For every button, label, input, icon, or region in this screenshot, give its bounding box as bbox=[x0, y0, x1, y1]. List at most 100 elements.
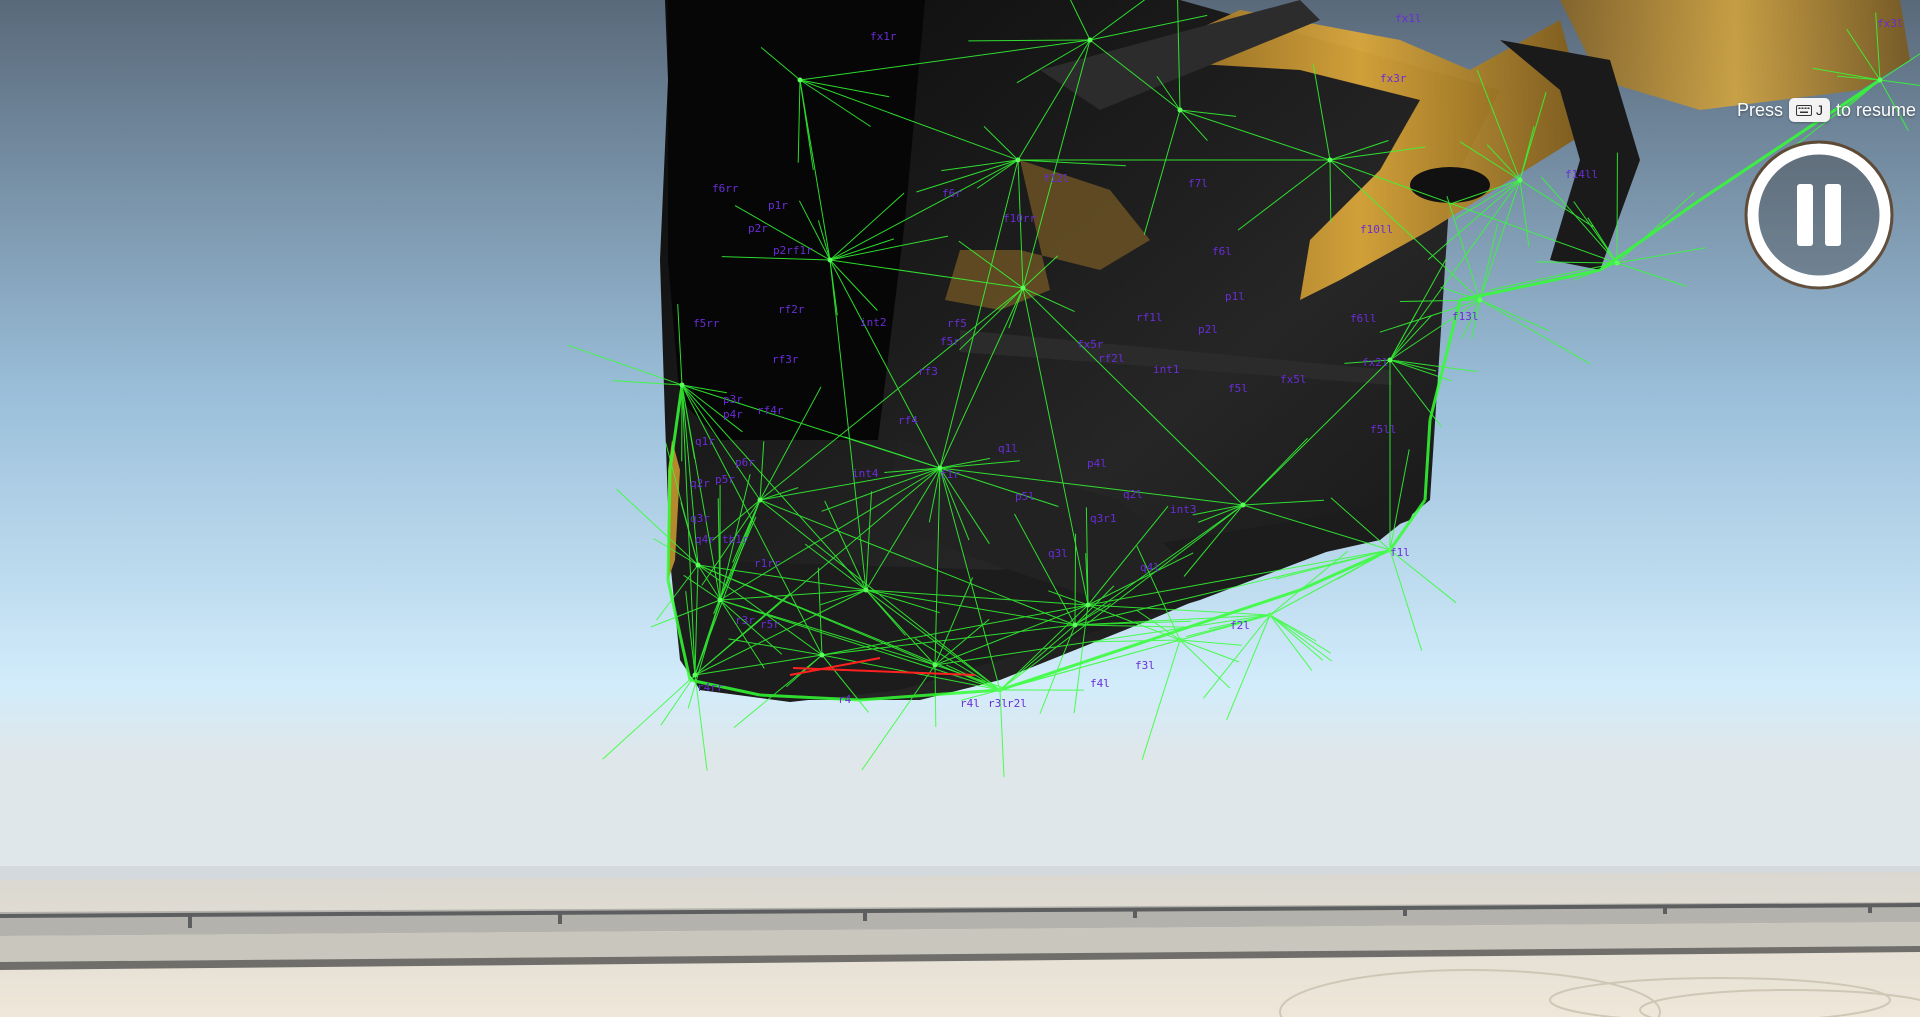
node-label: q1r bbox=[695, 435, 715, 448]
node-point bbox=[1517, 177, 1523, 183]
node-point bbox=[1614, 260, 1620, 266]
node-label: f5ll bbox=[1370, 423, 1397, 436]
node-label: f5l bbox=[1228, 382, 1248, 395]
node-label: q3l bbox=[1048, 547, 1068, 560]
node-label: q2r bbox=[690, 477, 710, 490]
node-point bbox=[757, 497, 763, 503]
node-label: p6r bbox=[735, 456, 755, 469]
node-label: fx2l bbox=[1362, 356, 1389, 369]
node-label: fx5r bbox=[1077, 338, 1104, 351]
node-point bbox=[1267, 612, 1273, 618]
ground-plane bbox=[0, 872, 1920, 1017]
node-point bbox=[717, 597, 723, 603]
node-label: tb1r bbox=[722, 533, 749, 546]
node-label: f5rr bbox=[693, 317, 720, 330]
node-label: p1r bbox=[768, 199, 788, 212]
node-label: p1l bbox=[1225, 290, 1245, 303]
node-label: rf5 bbox=[947, 317, 967, 330]
node-label: p2rf1r bbox=[773, 244, 813, 257]
node-label: r4 bbox=[838, 693, 852, 706]
node-label: q4r bbox=[695, 533, 715, 546]
node-point bbox=[695, 562, 701, 568]
node-point bbox=[997, 687, 1003, 693]
node-label: fx3r bbox=[1380, 72, 1407, 85]
node-label: f4l bbox=[1090, 677, 1110, 690]
node-label: rf4r bbox=[757, 404, 784, 417]
beam bbox=[1074, 533, 1077, 626]
node-point bbox=[1327, 157, 1333, 163]
resume-key-label: J bbox=[1815, 102, 1823, 118]
node-label: f5r bbox=[940, 335, 960, 348]
node-point bbox=[1240, 502, 1246, 508]
node-label: q3r bbox=[690, 512, 710, 525]
node-point bbox=[679, 382, 685, 388]
node-label: f10rr bbox=[1003, 212, 1036, 225]
node-label: f7l bbox=[1188, 177, 1208, 190]
node-label: p5l bbox=[1015, 490, 1035, 503]
node-label: f14ll bbox=[1565, 168, 1598, 181]
node-label: q2l bbox=[1123, 488, 1143, 501]
node-point bbox=[1087, 37, 1093, 43]
node-label: q4l bbox=[1140, 561, 1160, 574]
node-label: fx3l bbox=[1877, 17, 1904, 30]
node-label: r5r bbox=[760, 618, 780, 631]
pause-button[interactable] bbox=[1743, 139, 1895, 291]
game-viewport[interactable]: fx1r fx3r f6rr p1r p2r p2rf1r f5rr rf2r int2 rf3r… bbox=[0, 0, 1920, 1017]
node-label: f3l bbox=[1135, 659, 1155, 672]
node-label: rf3 bbox=[918, 365, 938, 378]
node-label: fx1l bbox=[1395, 12, 1422, 25]
node-point bbox=[797, 77, 803, 83]
node-label: p4r bbox=[723, 408, 743, 421]
node-label: f6rr bbox=[712, 182, 739, 195]
node-point bbox=[863, 587, 869, 593]
resume-suffix-text: to resume bbox=[1835, 99, 1916, 120]
scene-3d-view: fx1rfx3rf6rrp1rp2rp2rf1rf5rrrf2rint2rf3r… bbox=[0, 0, 1920, 1017]
node-label: rf3r bbox=[772, 353, 799, 366]
node-point bbox=[1015, 157, 1021, 163]
node-label: fx1r bbox=[870, 30, 897, 43]
node-label: f13l bbox=[1452, 310, 1479, 323]
node-label: r4l bbox=[960, 697, 980, 710]
node-label: r1rr bbox=[754, 557, 781, 570]
node-point bbox=[827, 257, 833, 263]
vehicle-hose bbox=[1410, 167, 1490, 203]
node-point bbox=[819, 652, 825, 658]
node-label: int3 bbox=[1170, 503, 1197, 516]
node-label: p4l bbox=[1087, 457, 1107, 470]
node-label: p2l bbox=[1198, 323, 1218, 336]
node-label: int4 bbox=[852, 467, 879, 480]
node-label: q1l bbox=[998, 442, 1018, 455]
node-label: p3r bbox=[723, 393, 743, 406]
node-point bbox=[1072, 622, 1078, 628]
node-label: f2l bbox=[1230, 619, 1250, 632]
resume-key-badge: J bbox=[1788, 98, 1830, 122]
node-label: f1l bbox=[1390, 546, 1410, 559]
node-label: rf1l bbox=[1136, 311, 1163, 324]
node-label: f10ll bbox=[1360, 223, 1393, 236]
node-label: r2l bbox=[1007, 697, 1027, 710]
keyboard-icon bbox=[1795, 104, 1812, 116]
node-point bbox=[1020, 285, 1026, 291]
node-point bbox=[932, 662, 938, 668]
node-label: int1 bbox=[1153, 363, 1180, 376]
node-point bbox=[692, 672, 698, 678]
resume-prefix-text: Press bbox=[1736, 99, 1783, 120]
node-point bbox=[1177, 637, 1183, 643]
node-label: p5r bbox=[715, 473, 735, 486]
node-label: r3r bbox=[735, 614, 755, 627]
pause-icon bbox=[1744, 140, 1894, 290]
node-label: f1r bbox=[940, 468, 960, 481]
node-label: rf2r bbox=[778, 303, 805, 316]
node-label: rf2l bbox=[1098, 352, 1125, 365]
node-label: f6l bbox=[1212, 245, 1232, 258]
node-label: p2r bbox=[748, 222, 768, 235]
node-label: fx5l bbox=[1280, 373, 1307, 386]
node-point bbox=[1877, 77, 1883, 83]
node-label: f6ll bbox=[1350, 312, 1377, 325]
node-label: int2 bbox=[860, 316, 887, 329]
beam-hull bbox=[666, 469, 672, 581]
node-point bbox=[1177, 107, 1183, 113]
node-label: r4rr bbox=[697, 681, 724, 694]
node-label: f12l bbox=[1043, 172, 1070, 185]
node-label: rf4 bbox=[898, 414, 918, 427]
